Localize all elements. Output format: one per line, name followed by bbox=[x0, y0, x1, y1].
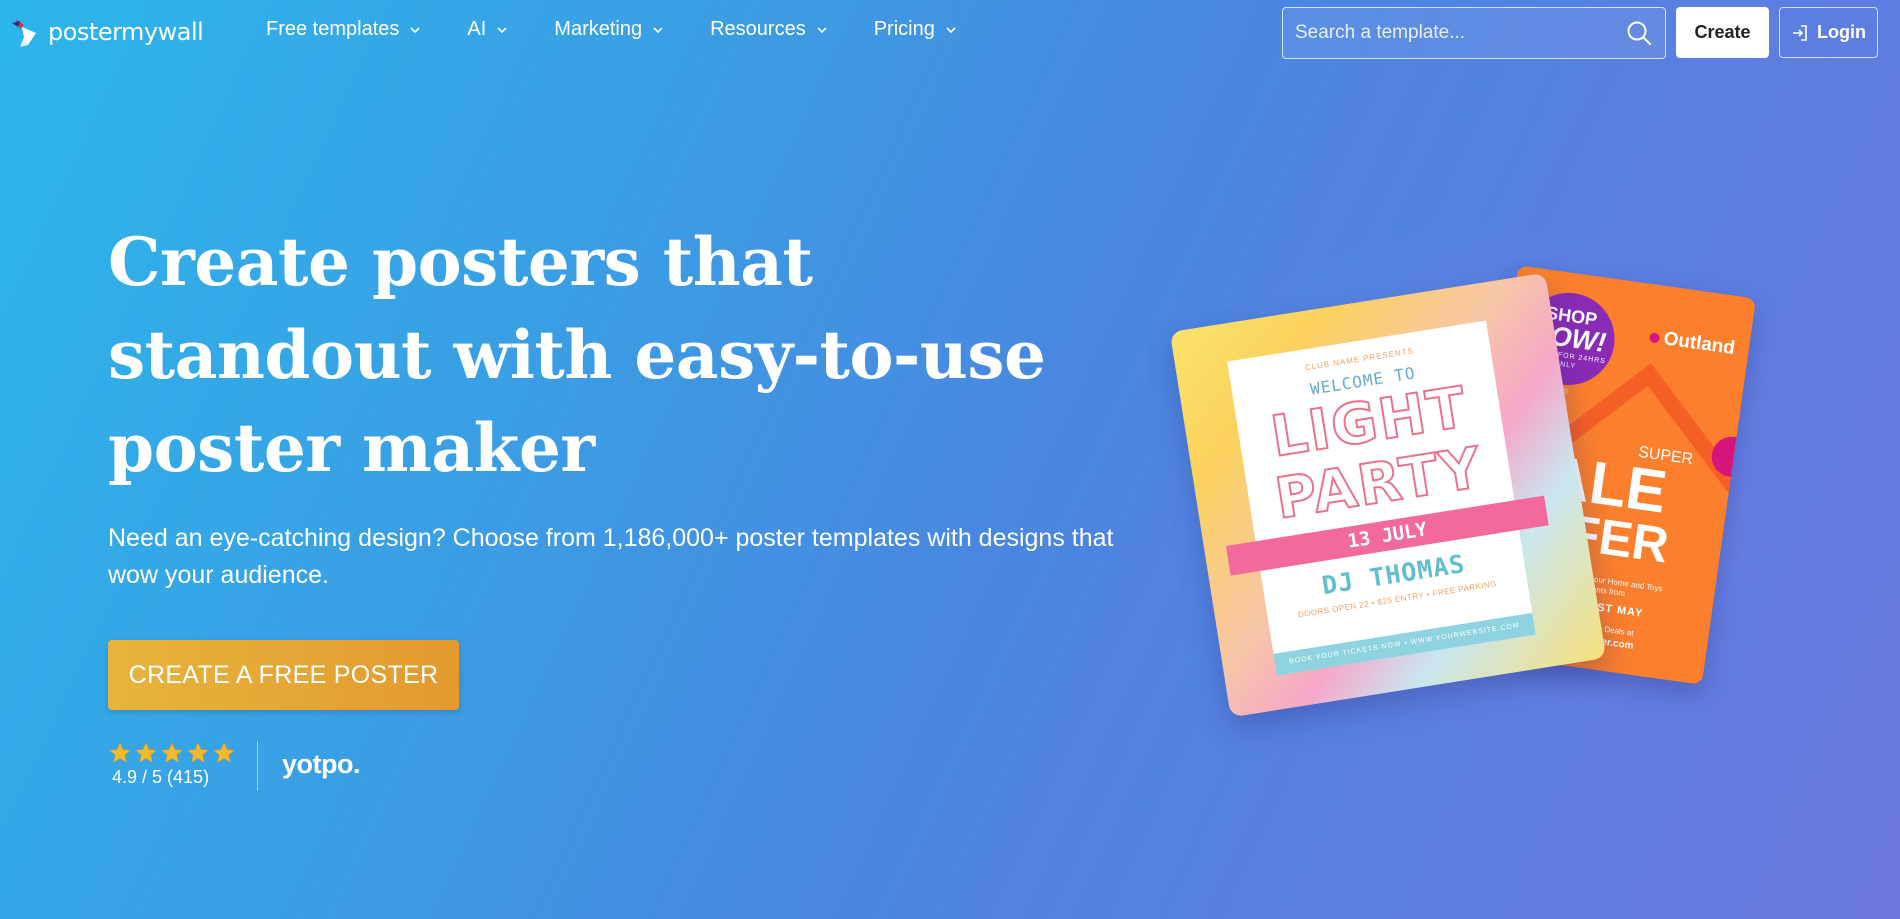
template-search bbox=[1282, 7, 1666, 59]
rating-text: 4.9 / 5 (415) bbox=[112, 767, 210, 787]
search-input[interactable] bbox=[1295, 22, 1625, 44]
menu-ai[interactable]: AI bbox=[467, 18, 508, 41]
outland-brand: Outland bbox=[1648, 326, 1736, 360]
create-free-poster-button[interactable]: CREATE A FREE POSTER bbox=[108, 640, 459, 710]
star-icon bbox=[161, 742, 183, 763]
hero-title: Create posters that standout with easy-t… bbox=[108, 223, 1046, 487]
menu-resources-label: Resources bbox=[710, 18, 806, 40]
menu-marketing-label: Marketing bbox=[554, 18, 643, 40]
poster-showcase: SHOP NOW! OFFER FOR 24HRS ONLY Outland S… bbox=[1169, 260, 1780, 740]
search-icon[interactable] bbox=[1625, 19, 1653, 47]
star-icon bbox=[187, 742, 209, 763]
outland-text: Outland bbox=[1662, 328, 1737, 360]
create-button[interactable]: Create bbox=[1676, 7, 1769, 58]
menu-resources[interactable]: Resources bbox=[710, 18, 828, 41]
menu-free-templates-label: Free templates bbox=[266, 18, 400, 40]
light-party-poster[interactable]: CLUB NAME PRESENTS WELCOME TO LIGHT PART… bbox=[1169, 272, 1607, 718]
star-icon bbox=[213, 742, 235, 763]
login-button[interactable]: Login bbox=[1779, 7, 1878, 58]
chevron-down-icon bbox=[817, 26, 827, 33]
top-navigation: postermywall Free templates AI Marketing… bbox=[0, 0, 1900, 64]
chevron-down-icon bbox=[497, 26, 507, 33]
party-card: CLUB NAME PRESENTS WELCOME TO LIGHT PART… bbox=[1225, 320, 1549, 676]
menu-pricing-label: Pricing bbox=[873, 18, 935, 40]
login-icon bbox=[1793, 24, 1807, 41]
menu-ai-label: AI bbox=[467, 18, 487, 40]
hero-subtitle: Need an eye-catching design? Choose from… bbox=[108, 524, 1114, 589]
logo-text: postermywall bbox=[48, 18, 204, 46]
cta-label: CREATE A FREE POSTER bbox=[128, 660, 439, 689]
yotpo-logo[interactable]: yotpo. bbox=[282, 749, 361, 780]
rating-stars bbox=[108, 741, 238, 765]
star-icon bbox=[109, 742, 131, 763]
menu-marketing[interactable]: Marketing bbox=[554, 18, 664, 41]
menu-free-templates[interactable]: Free templates bbox=[266, 18, 421, 41]
chevron-down-icon bbox=[410, 26, 420, 33]
rating-summary[interactable]: 4.9 / 5 (415) bbox=[108, 741, 238, 788]
star-icon bbox=[135, 742, 157, 763]
login-button-label: Login bbox=[1817, 22, 1866, 42]
chevron-down-icon bbox=[946, 26, 956, 33]
main-menu: Free templates AI Marketing Resources Pr… bbox=[266, 18, 1003, 41]
logo-bird-icon bbox=[12, 19, 36, 47]
chevron-down-icon bbox=[653, 26, 663, 33]
party-footer: BOOK YOUR TICKETS NOW • WWW.YOURWEBSITE.… bbox=[1273, 612, 1536, 676]
rating-divider bbox=[257, 741, 258, 791]
create-button-label: Create bbox=[1694, 22, 1751, 42]
menu-pricing[interactable]: Pricing bbox=[874, 18, 957, 41]
outland-logo-dot bbox=[1649, 332, 1661, 344]
brand-logo[interactable]: postermywall bbox=[10, 14, 204, 50]
